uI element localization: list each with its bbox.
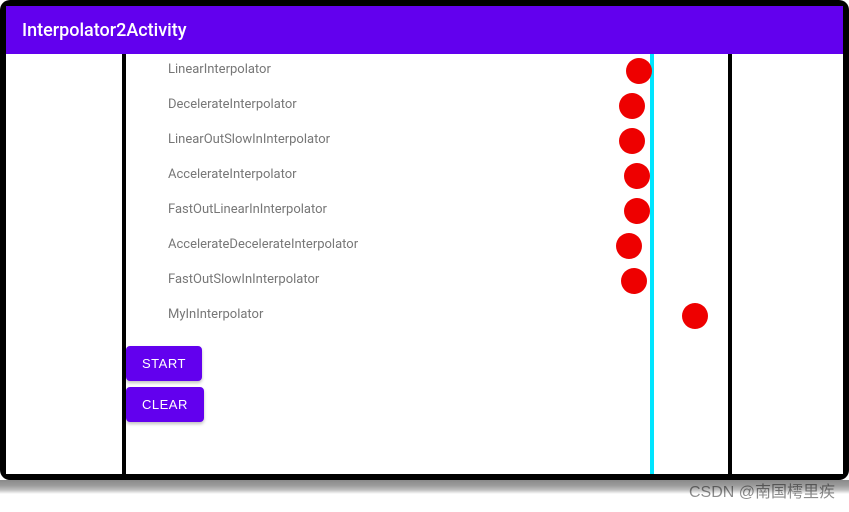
ball-icon [626,58,652,84]
app-bar-title: Interpolator2Activity [22,20,187,41]
interpolator-label: FastOutSlowInInterpolator [168,272,319,287]
ball-icon [624,198,650,224]
interpolator-label: DecelerateInterpolator [168,97,297,112]
interpolator-label: MyInInterpolator [168,307,263,322]
screen: Interpolator2Activity LinearInterpolator… [6,6,843,474]
interpolator-row: LinearOutSlowInInterpolator [126,124,728,159]
ball-icon [624,163,650,189]
watermark: CSDN @南国樗里疾 [689,478,835,502]
ball-icon [619,128,645,154]
button-group: START CLEAR [122,342,208,426]
interpolator-label: LinearInterpolator [168,62,271,77]
interpolator-label: LinearOutSlowInInterpolator [168,132,330,147]
rows-container: LinearInterpolator DecelerateInterpolator… [126,54,728,334]
interpolator-row: FastOutSlowInInterpolator [126,264,728,299]
interpolator-row: AccelerateDecelerateInterpolator [126,229,728,264]
interpolator-label: AccelerateDecelerateInterpolator [168,237,358,252]
interpolator-label: FastOutLinearInInterpolator [168,202,327,217]
interpolator-label: AccelerateInterpolator [168,167,297,182]
content-area: LinearInterpolator DecelerateInterpolator… [6,54,843,474]
ball-icon [621,268,647,294]
interpolator-row: DecelerateInterpolator [126,89,728,124]
interpolator-row: FastOutLinearInInterpolator [126,194,728,229]
interpolator-row: MyInInterpolator [126,299,728,334]
interpolator-row: LinearInterpolator [126,54,728,89]
ball-icon [616,233,642,259]
app-bar: Interpolator2Activity [6,6,843,54]
start-button[interactable]: START [126,346,202,381]
interpolator-panel: LinearInterpolator DecelerateInterpolator… [122,54,732,474]
ball-icon [682,303,708,329]
ball-icon [619,93,645,119]
interpolator-row: AccelerateInterpolator [126,159,728,194]
device-frame: Interpolator2Activity LinearInterpolator… [0,0,849,480]
clear-button[interactable]: CLEAR [126,387,204,422]
